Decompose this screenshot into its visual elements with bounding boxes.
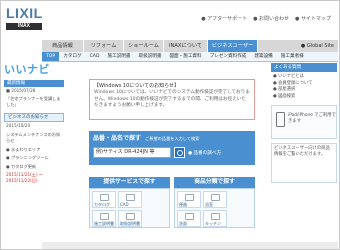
search-subtitle: ご希望の品番を入力して検索 [145,136,200,141]
mobile-banner-text: iPad/iPhone でご利用できます [288,113,336,124]
gnav-about[interactable]: INAXについて [164,40,208,52]
notice-body: Windows 10については、いいナビでのシステム動作検証が完了しておりません… [94,90,250,108]
mobile-banner[interactable]: iPad/iPhone でご利用できます [271,105,337,139]
snav-manuals[interactable]: 取扱説明書 [134,52,165,61]
news-date: ■ 2015/07/28 [6,88,36,93]
util-link-contact[interactable]: ● お問い合わせ [253,15,289,22]
service-card: カタログ CAD 施工説明書 取扱説明書 [89,188,170,228]
snav-building[interactable]: 建築設備 [250,52,276,61]
util-link-support[interactable]: ● アフターサポート [201,15,247,22]
main-content: 【Windows 10についてのお知らせ】 Windows 10については、いい… [89,79,255,228]
tile-label: キッチン [205,221,221,226]
left-column: いいナビ 最新情報 ■ 2015/07/28 「住宅プランナーを受講しました」 … [4,63,64,185]
washbasin-icon [185,213,194,220]
sub-nav: TOP カタログ CAD 施工説明書 取扱説明書 図面・施工資料 プレゼン資料作… [42,52,338,62]
business-notice-date: 2015/10/20 [6,123,31,128]
how-to-find-number-link[interactable]: ● 品番の調べ方 [188,150,221,156]
tile-label: 取扱説明書 [120,221,140,226]
tile-kitchen[interactable]: キッチン [203,210,227,227]
tile-label: 便器 [179,202,187,207]
right-column: よくある質問 ● いいナビとは ● 会員登録について ● 部屋選択 ● 図面検索… [271,63,337,183]
search-title-text: 品番・品名で探す [93,135,142,142]
tile-install-guide[interactable]: 施工説明書 [92,210,116,227]
business-notice-tools[interactable]: ● プランニングツール [4,154,64,163]
gnav-reform[interactable]: リフォーム [84,40,124,52]
brand-name: LIXIL [6,5,43,21]
business-notice-maintenance[interactable]: システムメンテナンスのお知らせ [4,131,64,146]
business-user-banner-text: ビジネスユーザー向けの商品情報をご覧いただけます。 [274,146,330,157]
cad-icon [126,194,135,201]
snav-presentation[interactable]: プレゼン資料作成 [206,52,251,61]
tile-label: 施工説明書 [94,221,114,226]
brand-sub: INAX [6,23,42,30]
smartphone-icon [276,112,285,127]
snav-contractors[interactable]: 施工業者様 [277,52,308,61]
tile-cad[interactable]: CAD [118,191,142,208]
snav-top[interactable]: TOP [42,52,60,61]
business-notice-area[interactable]: ● 水まわりエリア [4,146,64,155]
business-notice-catalog[interactable]: ● カタログ更新 [4,163,64,172]
snav-drawings[interactable]: 図面・施工資料 [165,52,205,61]
bath-icon [211,194,220,201]
business-user-banner[interactable]: ビジネスユーザー向けの商品情報をご覧いただけます。 [271,143,337,183]
global-nav: 商品情報 リフォーム ショールーム INAXについて ビジネスユーザー ● Gl… [42,40,338,52]
browse-by-service-heading[interactable]: 提供サービスで探す [89,177,170,188]
page-frame: LIXIL INAX ● アフターサポート ● お問い合わせ ● サイトマップ … [0,0,340,250]
tile-label: 浴室 [205,202,213,207]
tile-label: CAD [120,202,129,207]
browse-headings: 提供サービスで探す 商品分類で探す [89,177,255,188]
gnav-business-user[interactable]: ビジネスユーザー [208,40,258,52]
browse-by-category-heading[interactable]: 商品分類で探す [174,177,255,188]
notice-title: 【Windows 10についてのお知らせ】 [94,83,180,89]
browse-cards: カタログ CAD 施工説明書 取扱説明書 便器 浴室 洗面 キッチン [89,188,255,228]
toilet-icon [185,194,194,201]
catalog-icon [100,194,109,201]
faq-item[interactable]: ● 図面検索 [273,94,335,101]
business-notice-heading: ビジネスのお知らせ [4,113,64,122]
maintenance-period: 2015/11/21(土) ～2015/11/22(日) [6,172,44,183]
kitchen-icon [211,213,220,220]
snav-cad[interactable]: CAD [86,52,104,61]
windows10-notice: 【Windows 10についてのお知らせ】 Windows 10については、いい… [89,79,255,120]
tile-label: 洗面 [179,221,187,226]
latest-info-heading: 最新情報 [4,80,64,87]
search-icon[interactable] [174,147,185,158]
faq-list: ● いいナビとは ● 会員登録について ● 部屋選択 ● 図面検索 [271,72,337,102]
snav-catalog[interactable]: カタログ [59,52,85,61]
utility-links: ● アフターサポート ● お問い合わせ ● サイトマップ [201,15,331,22]
util-link-sitemap[interactable]: ● サイトマップ [295,15,331,22]
footer-band [42,242,338,249]
tile-manual[interactable]: 取扱説明書 [118,210,142,227]
gnav-products[interactable]: 商品情報 [42,40,84,52]
brand-logo[interactable]: LIXIL INAX [6,6,44,30]
product-search-panel: 品番・品名で探す ご希望の品番を入力して検索 例)サティス DR-424JN 等 … [89,131,255,165]
tile-toilet[interactable]: 便器 [177,191,201,208]
tile-label: カタログ [94,202,110,207]
global-site-link[interactable]: ● Global Site [301,40,338,52]
tile-bath[interactable]: 浴室 [203,191,227,208]
tile-catalog[interactable]: カタログ [92,191,116,208]
document-icon [100,213,109,220]
tile-washbasin[interactable]: 洗面 [177,210,201,227]
manual-icon [126,213,135,220]
search-title: 品番・品名で探す ご希望の品番を入力して検索 [93,134,251,143]
snav-instructions[interactable]: 施工説明書 [103,52,134,61]
search-row: 例)サティス DR-424JN 等 ● 品番の調べ方 [93,147,251,158]
faq-heading: よくある質問 [271,63,337,72]
iinavi-logo[interactable]: いいナビ [4,63,64,77]
gnav-showroom[interactable]: ショールーム [124,40,164,52]
news-text[interactable]: 「住宅プランナーを受講しました」 [4,95,64,109]
product-number-input[interactable]: 例)サティス DR-424JN 等 [93,147,171,158]
category-card: 便器 浴室 洗面 キッチン [174,188,255,228]
